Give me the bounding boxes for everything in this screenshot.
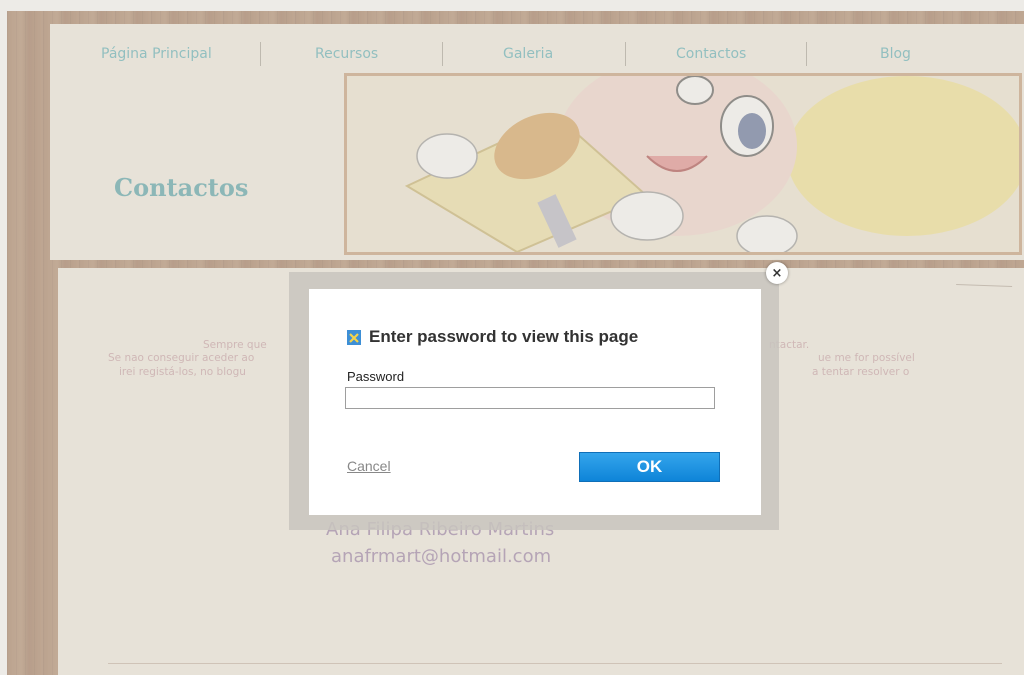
ok-button[interactable]: OK <box>579 452 720 482</box>
dialog-title: Enter password to view this page <box>347 327 638 347</box>
lock-icon <box>347 330 361 345</box>
close-button[interactable]: × <box>766 262 788 284</box>
close-icon: × <box>771 265 783 281</box>
password-input[interactable] <box>345 387 715 409</box>
password-label: Password <box>347 369 405 384</box>
dialog-title-text: Enter password to view this page <box>369 327 639 346</box>
cancel-link[interactable]: Cancel <box>347 458 391 474</box>
